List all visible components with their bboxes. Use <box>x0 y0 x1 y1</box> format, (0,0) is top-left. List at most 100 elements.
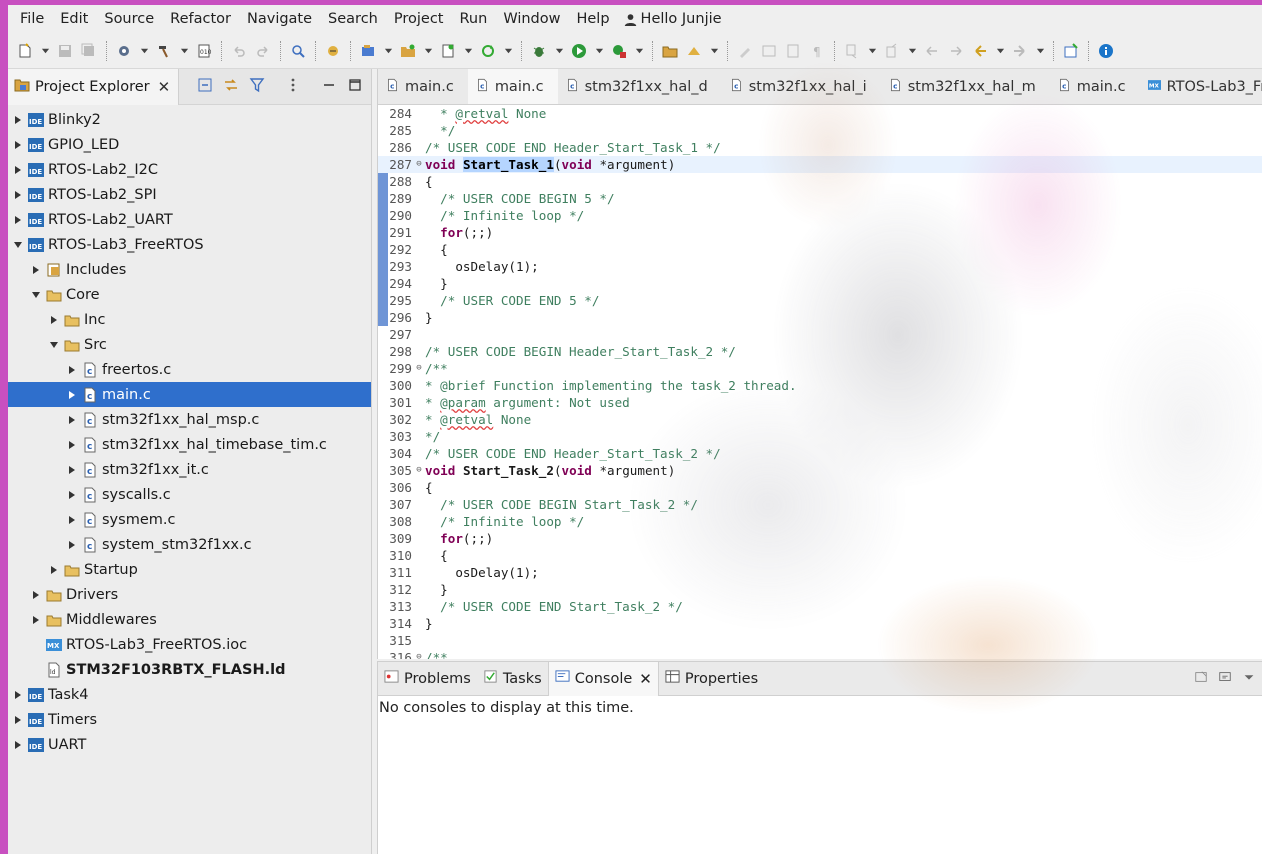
filter-icon[interactable] <box>249 77 265 97</box>
tree-item[interactable]: Core <box>8 282 371 307</box>
pin-console-icon[interactable] <box>1194 670 1208 688</box>
expand-down-icon[interactable] <box>46 337 62 353</box>
tree-item[interactable]: IDE UART <box>8 732 371 757</box>
collapse-all-icon[interactable] <box>197 77 213 97</box>
tree-item[interactable]: IDE Blinky2 <box>8 107 371 132</box>
view-menu-icon[interactable] <box>285 77 301 97</box>
editor-tab[interactable]: c main.c <box>1050 69 1140 104</box>
editor-tab[interactable]: c main.c <box>467 69 558 104</box>
close-icon[interactable]: ✕ <box>639 670 652 688</box>
expand-right-icon[interactable] <box>10 687 26 703</box>
menu-file[interactable]: File <box>12 5 52 33</box>
tree-item[interactable]: c freertos.c <box>8 357 371 382</box>
show-whitespace-icon[interactable]: ¶ <box>806 40 828 62</box>
new-icon[interactable] <box>14 40 36 62</box>
tree-item[interactable]: ld STM32F103RBTX_FLASH.ld <box>8 657 371 682</box>
tree-item[interactable]: IDE RTOS-Lab2_UART <box>8 207 371 232</box>
project-explorer-tab[interactable]: Project Explorer ✕ <box>8 68 180 105</box>
chevron-down-icon[interactable] <box>461 40 475 62</box>
chevron-down-icon[interactable] <box>993 40 1007 62</box>
refresh-icon[interactable] <box>477 40 499 62</box>
menu-run[interactable]: Run <box>452 5 496 33</box>
chevron-down-icon[interactable] <box>381 40 395 62</box>
tree-item[interactable]: IDE RTOS-Lab3_FreeRTOS <box>8 232 371 257</box>
menu-search[interactable]: Search <box>320 5 386 33</box>
editor-tab[interactable]: c main.c <box>378 69 468 104</box>
view-menu-dropdown-icon[interactable] <box>1242 670 1256 688</box>
info-icon[interactable] <box>1095 40 1117 62</box>
new-folder-icon[interactable] <box>397 40 419 62</box>
tree-item[interactable]: c stm32f1xx_it.c <box>8 457 371 482</box>
tree-item[interactable]: Inc <box>8 307 371 332</box>
edit-disabled-icon[interactable] <box>734 40 756 62</box>
fold-icon[interactable]: ⊖ <box>414 360 424 377</box>
tree-item[interactable]: c stm32f1xx_hal_timebase_tim.c <box>8 432 371 457</box>
tree-item[interactable]: IDE Task4 <box>8 682 371 707</box>
open-folder-icon[interactable] <box>659 40 681 62</box>
prev-annotation-icon[interactable] <box>881 40 903 62</box>
expand-right-icon[interactable] <box>64 537 80 553</box>
expand-down-icon[interactable] <box>10 237 26 253</box>
redo-icon[interactable] <box>252 40 274 62</box>
menu-help[interactable]: Help <box>568 5 617 33</box>
undo-icon[interactable] <box>228 40 250 62</box>
chevron-down-icon[interactable] <box>177 40 191 62</box>
expand-right-icon[interactable] <box>64 487 80 503</box>
editor-tab[interactable]: c stm32f1xx_hal_m <box>881 69 1050 104</box>
chevron-down-icon[interactable] <box>905 40 919 62</box>
expand-right-icon[interactable] <box>10 712 26 728</box>
editor-tab[interactable]: c stm32f1xx_hal_i <box>722 69 881 104</box>
display-console-icon[interactable] <box>1218 670 1232 688</box>
tree-item[interactable]: c stm32f1xx_hal_msp.c <box>8 407 371 432</box>
chevron-down-icon[interactable] <box>1033 40 1047 62</box>
last-edit-forward-icon[interactable] <box>945 40 967 62</box>
forward-icon[interactable] <box>1009 40 1031 62</box>
chevron-down-icon[interactable] <box>501 40 515 62</box>
chevron-down-icon[interactable] <box>592 40 606 62</box>
expand-right-icon[interactable] <box>64 412 80 428</box>
link-with-editor-icon[interactable] <box>223 77 239 97</box>
search-file-icon[interactable] <box>287 40 309 62</box>
chevron-down-icon[interactable] <box>552 40 566 62</box>
code-area[interactable]: 284 * @retval None 285 */286/* USER CODE … <box>378 105 1262 659</box>
tree-item[interactable]: c system_stm32f1xx.c <box>8 532 371 557</box>
bottom-tab-tasks[interactable]: Tasks <box>477 662 548 696</box>
editor-tab[interactable]: c stm32f1xx_hal_d <box>558 69 722 104</box>
new-class-icon[interactable] <box>437 40 459 62</box>
save-icon[interactable] <box>54 40 76 62</box>
open-task-icon[interactable] <box>683 40 705 62</box>
expand-right-icon[interactable] <box>28 262 44 278</box>
next-annotation-icon[interactable] <box>841 40 863 62</box>
bottom-tab-problems[interactable]: Problems <box>378 662 477 696</box>
maximize-icon[interactable] <box>347 77 363 97</box>
build-hammer-icon[interactable] <box>153 40 175 62</box>
expand-right-icon[interactable] <box>46 312 62 328</box>
run-icon[interactable] <box>568 40 590 62</box>
new-project-icon[interactable] <box>357 40 379 62</box>
expand-right-icon[interactable] <box>10 212 26 228</box>
expand-right-icon[interactable] <box>46 562 62 578</box>
expand-right-icon[interactable] <box>10 737 26 753</box>
fold-icon[interactable]: ⊖ <box>414 462 424 479</box>
expand-right-icon[interactable] <box>64 437 80 453</box>
menu-source[interactable]: Source <box>96 5 162 33</box>
expand-right-icon[interactable] <box>10 137 26 153</box>
tree-item[interactable]: Src <box>8 332 371 357</box>
fold-icon[interactable]: ⊖ <box>414 649 424 659</box>
external-tools-icon[interactable] <box>608 40 630 62</box>
expand-right-icon[interactable] <box>28 587 44 603</box>
chevron-down-icon[interactable] <box>137 40 151 62</box>
tree-item[interactable]: Includes <box>8 257 371 282</box>
tree-item[interactable]: Startup <box>8 557 371 582</box>
tree-item[interactable]: c syscalls.c <box>8 482 371 507</box>
expand-right-icon[interactable] <box>28 612 44 628</box>
back-icon[interactable] <box>969 40 991 62</box>
toggle-block-icon[interactable] <box>758 40 780 62</box>
last-edit-icon[interactable] <box>921 40 943 62</box>
debug-stack-icon[interactable] <box>322 40 344 62</box>
tree-item[interactable]: IDE RTOS-Lab2_I2C <box>8 157 371 182</box>
chevron-down-icon[interactable] <box>38 40 52 62</box>
minimize-icon[interactable] <box>321 77 337 97</box>
fold-icon[interactable]: ⊖ <box>414 156 424 173</box>
bottom-tab-console[interactable]: Console ✕ <box>547 661 659 696</box>
